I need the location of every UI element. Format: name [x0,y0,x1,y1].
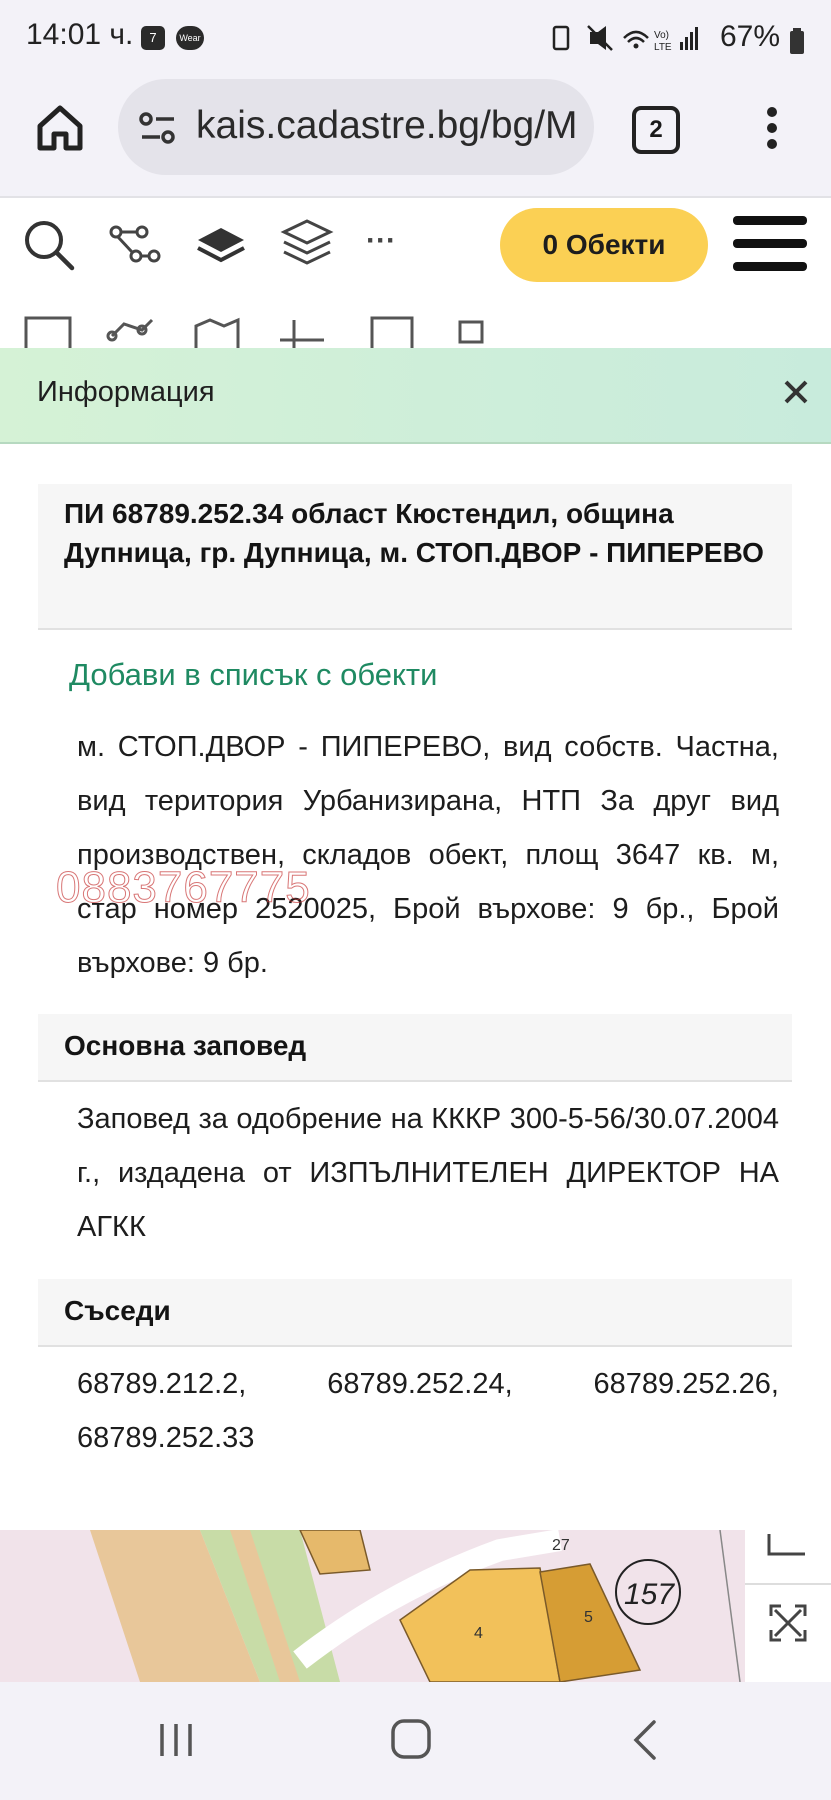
browser-menu-icon[interactable] [765,106,779,150]
close-icon[interactable] [778,374,814,410]
status-icons: Vo) LTE [552,25,698,53]
secondary-tools-row [24,316,484,348]
phone-watermark: 0883767775 [56,863,311,913]
fullscreen-icon[interactable] [769,1604,807,1642]
clock: 14:01 ч. [26,18,134,51]
recent-apps-icon[interactable] [158,1720,198,1760]
wear-notification-icon: Wear [176,26,204,50]
add-to-list-link[interactable]: Добави в списък с обекти [69,657,437,693]
map-label-27: 27 [552,1537,570,1554]
map-side-controls [745,1530,831,1682]
svg-text:LTE: LTE [654,42,672,53]
site-info-icon[interactable] [138,110,178,146]
battery-percent: 67% [720,20,781,53]
url-text[interactable]: kais.cadastre.bg/bg/M [196,104,576,148]
home-icon[interactable] [36,104,84,152]
map-label-157: 157 [624,1578,675,1611]
android-nav-bar [0,1682,831,1800]
info-panel-title: Информация [37,376,215,408]
tab-switcher-button[interactable]: 2 [632,106,680,154]
route-icon[interactable] [108,222,162,266]
more-tools-icon[interactable]: ··· [366,224,396,258]
back-icon[interactable] [630,1718,660,1762]
map-label-4: 4 [474,1625,483,1642]
battery-icon [790,28,804,54]
calendar-notification-icon: 7 [141,26,165,50]
measure-icon [767,1534,805,1556]
map-canvas[interactable]: 157 27 5 4 [0,1530,831,1682]
map-view[interactable]: 157 27 5 4 [0,1530,831,1682]
search-icon[interactable] [22,218,78,274]
home-nav-icon[interactable] [390,1718,432,1760]
neighbors-heading: Съседи [64,1295,171,1326]
layers-icon[interactable] [280,218,334,268]
svg-text:Vo): Vo) [654,30,669,41]
order-heading: Основна заповед [64,1030,307,1061]
layer-icon[interactable] [194,222,248,266]
status-bar: 14:01 ч. 7 Wear Vo) LTE 67% [0,0,831,78]
hamburger-menu-icon[interactable] [733,214,807,274]
order-text: Заповед за одобрение на КККР 300-5-56/30… [77,1103,779,1243]
neighbors-text: 68789.212.2, 68789.252.24, 68789.252.26,… [77,1368,779,1454]
map-label-5: 5 [584,1609,593,1626]
parcel-title: ПИ 68789.252.34 област Кюстендил, община… [64,498,764,568]
objects-button[interactable]: 0 Обекти [500,208,708,282]
parcel-details: м. СТОП.ДВОР - ПИПЕРЕВО, вид собств. Час… [77,731,779,979]
